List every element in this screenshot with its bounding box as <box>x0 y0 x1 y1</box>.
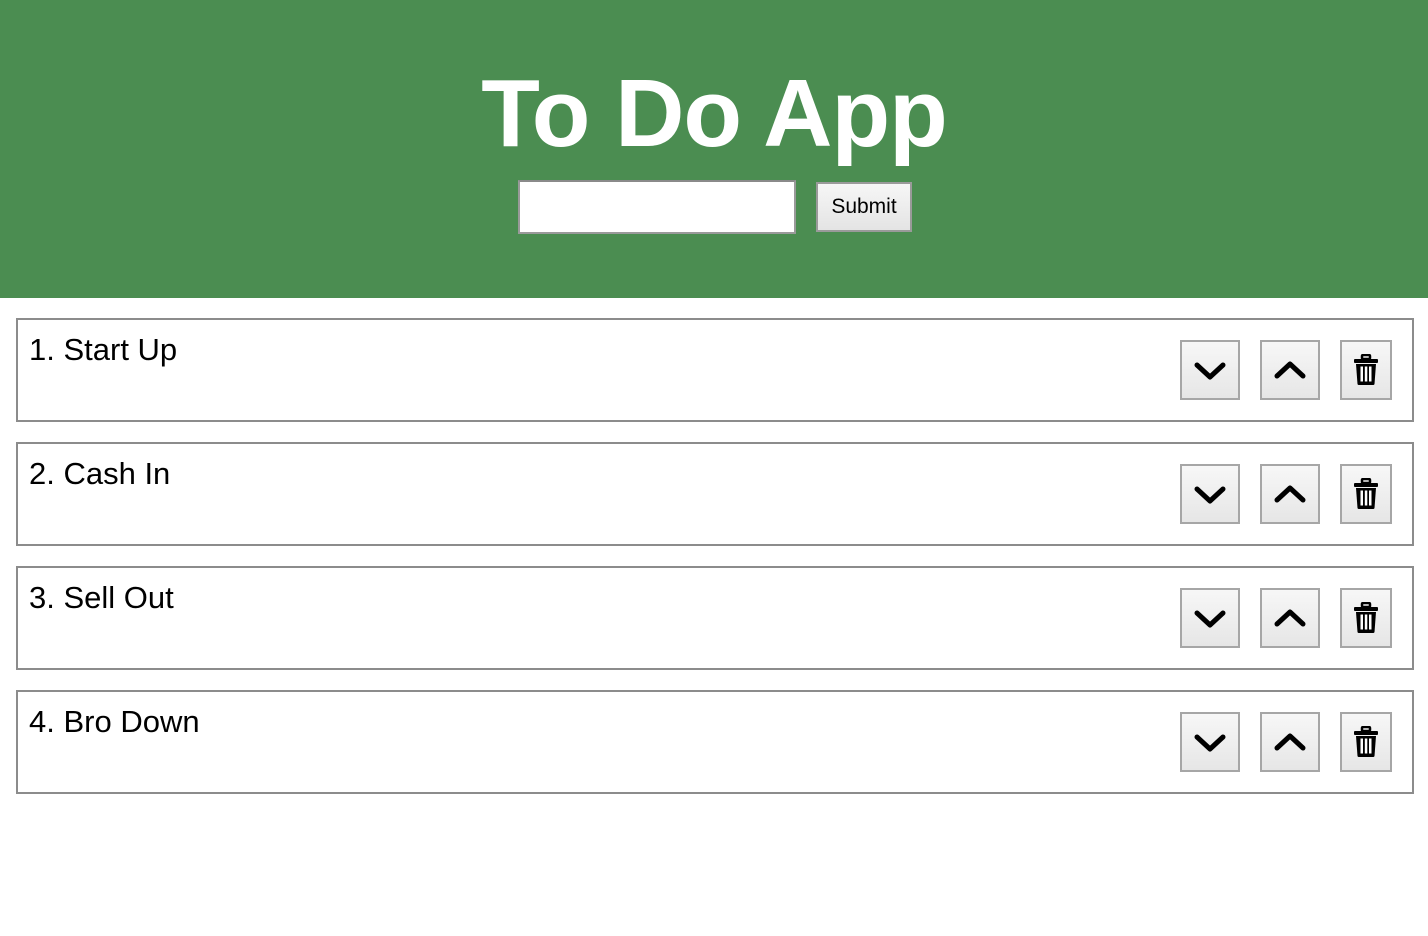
delete-button[interactable] <box>1340 712 1392 772</box>
move-down-button[interactable] <box>1180 588 1240 648</box>
todo-item: 2. Cash In <box>16 442 1414 546</box>
todo-item: 4. Bro Down <box>16 690 1414 794</box>
delete-button[interactable] <box>1340 340 1392 400</box>
submit-button[interactable]: Submit <box>816 182 912 232</box>
todo-item: 1. Start Up <box>16 318 1414 422</box>
todo-item: 3. Sell Out <box>16 566 1414 670</box>
trash-icon <box>1354 726 1378 757</box>
trash-icon <box>1354 478 1378 509</box>
move-down-button[interactable] <box>1180 464 1240 524</box>
chevron-up-icon <box>1274 485 1306 503</box>
page-title: To Do App <box>481 60 948 167</box>
move-up-button[interactable] <box>1260 588 1320 648</box>
move-up-button[interactable] <box>1260 340 1320 400</box>
trash-icon <box>1354 602 1378 633</box>
chevron-up-icon <box>1274 361 1306 379</box>
delete-button[interactable] <box>1340 464 1392 524</box>
chevron-down-icon <box>1194 362 1226 380</box>
todo-list: 1. Start Up 2. Cash In 3. Sell Out 4. Br… <box>16 318 1414 814</box>
chevron-up-icon <box>1274 609 1306 627</box>
move-up-button[interactable] <box>1260 712 1320 772</box>
todo-item-text: 2. Cash In <box>29 456 171 491</box>
move-down-button[interactable] <box>1180 340 1240 400</box>
move-up-button[interactable] <box>1260 464 1320 524</box>
todo-item-text: 1. Start Up <box>29 332 178 367</box>
delete-button[interactable] <box>1340 588 1392 648</box>
chevron-down-icon <box>1194 486 1226 504</box>
todo-item-text: 4. Bro Down <box>29 704 200 739</box>
app-header: To Do App Submit <box>0 0 1428 298</box>
move-down-button[interactable] <box>1180 712 1240 772</box>
chevron-up-icon <box>1274 733 1306 751</box>
todo-input[interactable] <box>518 180 796 234</box>
trash-icon <box>1354 354 1378 385</box>
chevron-down-icon <box>1194 610 1226 628</box>
chevron-down-icon <box>1194 734 1226 752</box>
todo-item-text: 3. Sell Out <box>29 580 174 615</box>
